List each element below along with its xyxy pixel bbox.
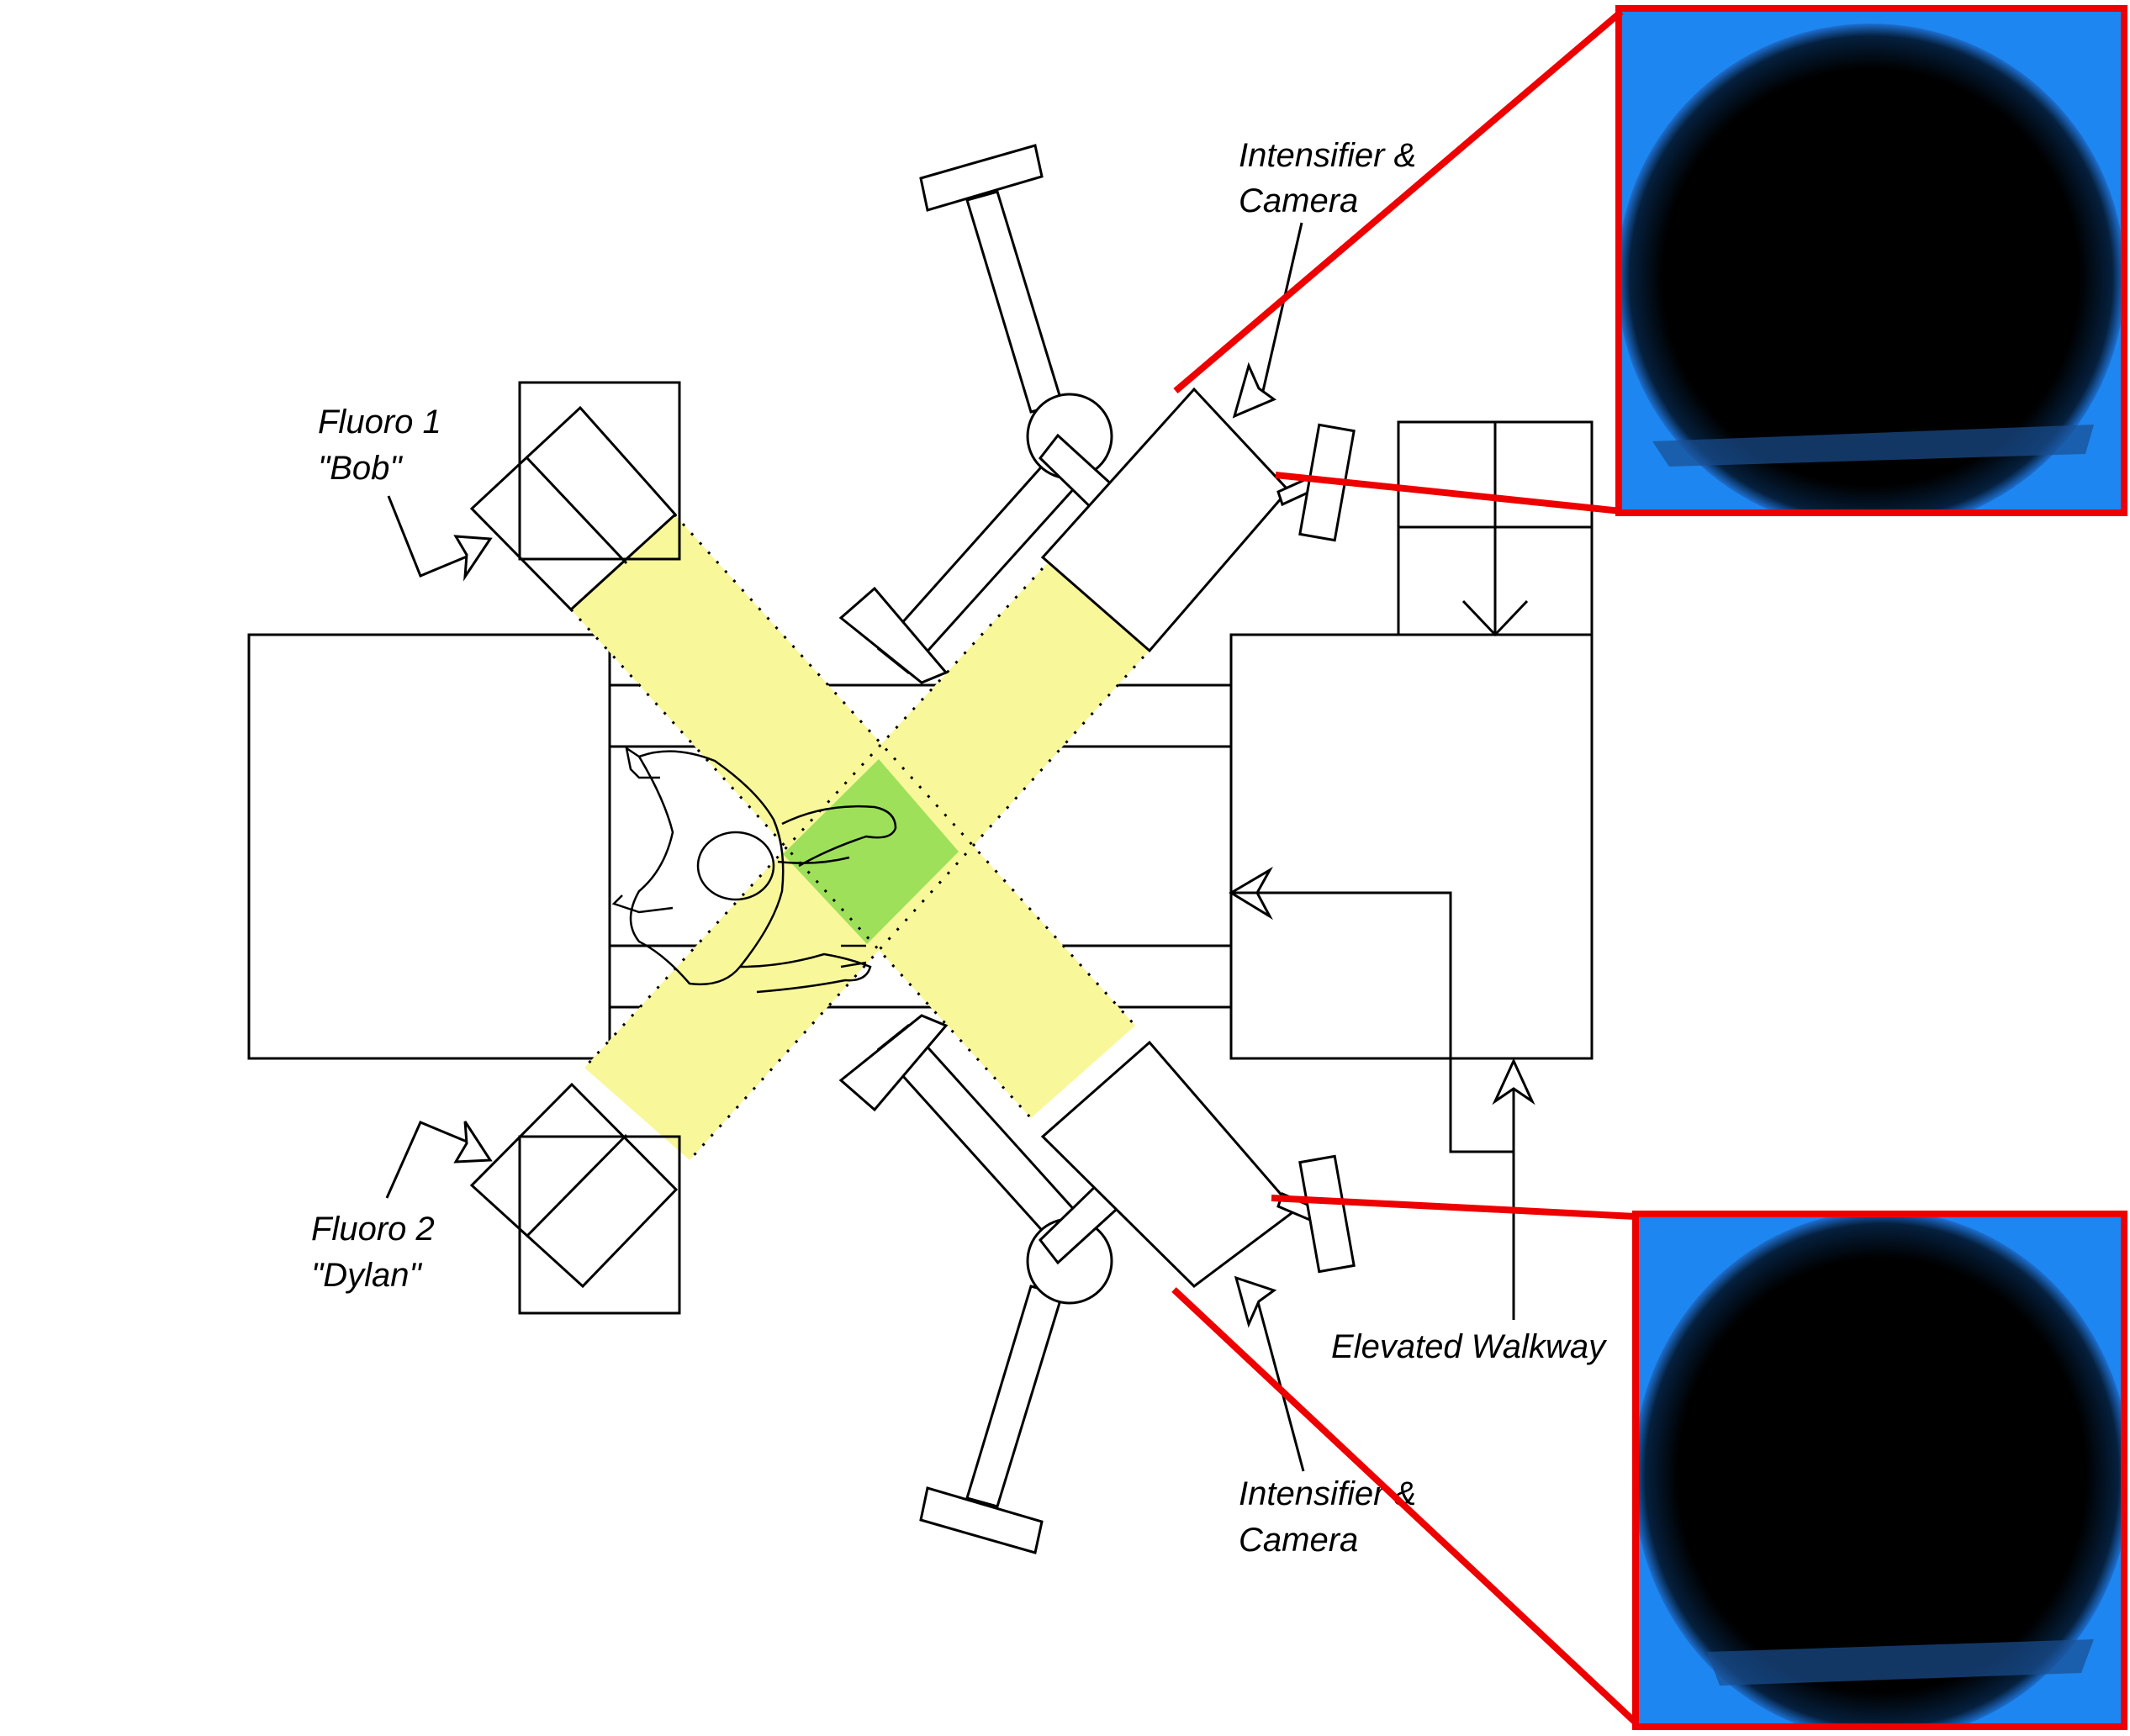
label-fluoro1-name: Fluoro 1 <box>318 404 441 441</box>
label-fluoro1-nickname: "Bob" <box>318 450 403 487</box>
intensifier-top-stand <box>838 144 1356 684</box>
label-intensifier-top: Intensifier & <box>1239 137 1416 174</box>
xray-image-bottom <box>1636 1216 2123 1725</box>
left-platform <box>247 633 611 1060</box>
label-fluoro2-nickname: "Dylan" <box>311 1257 422 1294</box>
intensifier-bottom-stand <box>838 1014 1356 1554</box>
label-elevated-walkway: Elevated Walkway <box>1331 1328 1608 1365</box>
label-fluoro2-name: Fluoro 2 <box>311 1211 435 1248</box>
biplane-fluoroscopy-diagram: Fluoro 1 "Bob" Fluoro 2 "Dylan" Intensif… <box>0 0 2130 1732</box>
label-camera-bottom: Camera <box>1239 1522 1358 1559</box>
label-camera-top: Camera <box>1239 182 1358 219</box>
xray-image-top <box>1619 10 2123 512</box>
right-platform <box>1229 633 1594 1060</box>
